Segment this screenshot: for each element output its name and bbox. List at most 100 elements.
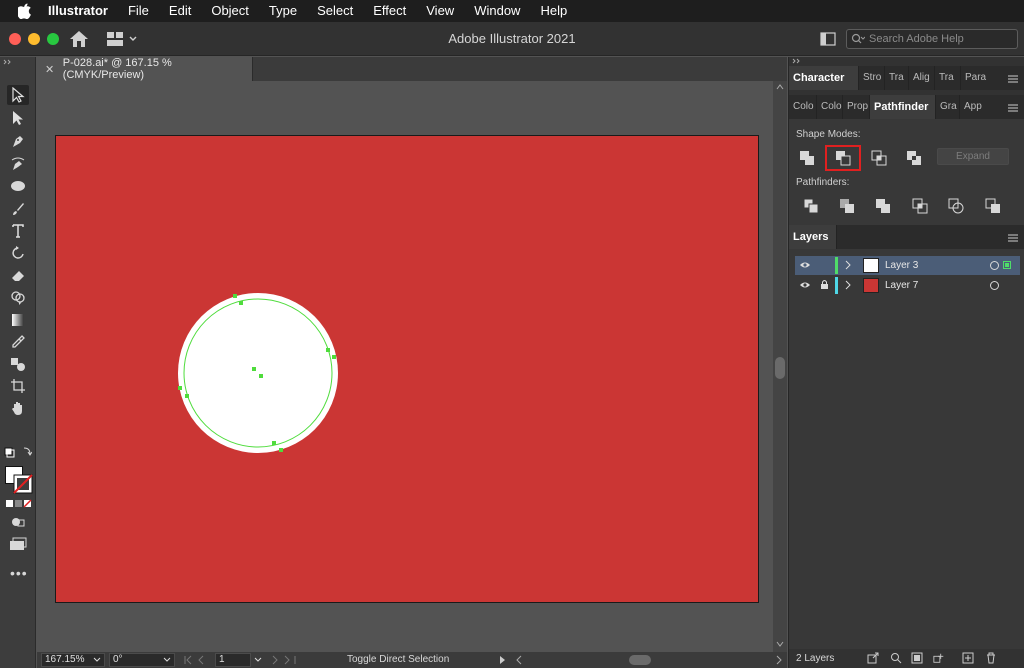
layers-panel-tabs: Layers [789,225,1024,249]
center-point[interactable] [252,367,256,371]
character-panel-tabs: Character Stro Tra Alig Tra Para [789,66,1024,90]
layer-color-bar [835,257,838,274]
tab-gradient[interactable]: Gra [936,95,960,119]
expand-button[interactable]: Expand [937,148,1009,165]
tab-pathfinder[interactable]: Pathfinder [870,95,936,119]
rotation-dropdown-icon[interactable] [163,657,171,663]
tab-color[interactable]: Colo [789,95,817,119]
layers-footer: 2 Layers [789,649,1024,668]
character-panel-menu-icon[interactable] [1007,74,1019,84]
layer-row-layer-3[interactable]: Layer 3 [795,256,1020,275]
locate-object-icon[interactable] [890,652,902,664]
export-icon[interactable] [867,652,879,664]
search-icon [851,33,865,44]
anchor-point[interactable] [185,394,189,398]
layer-target-icon[interactable] [990,281,999,290]
zoom-dropdown-icon[interactable] [93,657,101,663]
white-circle-shape[interactable] [178,293,338,453]
search-input[interactable] [846,29,1018,49]
next-last-artboard-icons[interactable] [269,655,299,665]
first-previous-artboard-icons[interactable] [183,655,213,665]
anchor-point[interactable] [178,386,182,390]
anchor-point[interactable] [326,348,330,352]
tab-align[interactable]: Alig [909,66,935,90]
status-menu-icon[interactable] [499,655,507,665]
pathfinder-panel: Shape Modes: Expand Pathfinders: [789,119,1024,225]
minus-front-icon [836,151,851,166]
layer-target-icon[interactable] [990,261,999,270]
layer-selection-indicator[interactable] [1003,261,1011,269]
layer-name[interactable]: Layer 3 [885,260,918,271]
anchor-point[interactable] [332,355,336,359]
center-point[interactable] [259,374,263,378]
minus-back-icon [985,198,1000,213]
layer-row-layer-7[interactable]: Layer 7 [795,276,1020,295]
horizontal-scroll-thumb[interactable] [629,655,651,665]
anchor-point[interactable] [279,448,283,452]
crop-icon [912,198,928,214]
minus-front-button[interactable] [825,145,861,171]
anchor-point[interactable] [233,294,237,298]
new-sublayer-icon[interactable] [933,652,945,664]
layer-name[interactable]: Layer 7 [885,280,918,291]
pathfinder-panel-tabs: Colo Colo Prop Pathfinder Gra App [789,95,1024,119]
layers-panel-menu-icon[interactable] [1007,233,1019,243]
outline-button[interactable] [945,195,967,217]
exclude-icon [907,151,921,165]
crop-button[interactable] [909,195,931,217]
tab-paragraph[interactable]: Para [961,66,991,90]
visibility-eye-icon[interactable] [799,280,811,290]
tab-appearance[interactable]: App [960,95,990,119]
unite-button[interactable] [796,147,818,169]
right-panel-dock: Character Stro Tra Alig Tra Para Colo Co… [788,57,1024,668]
anchor-point[interactable] [272,441,276,445]
scroll-down-icon[interactable] [776,641,784,647]
expand-layer-chevron-icon[interactable] [845,280,852,290]
new-layer-icon[interactable] [962,652,974,664]
trim-icon [840,199,854,213]
layer-thumbnail [863,258,879,273]
status-bar: 167.15% 0° 1 Toggle Direct Selection [37,652,787,668]
scroll-left-icon[interactable] [515,655,523,665]
anchor-point[interactable] [239,301,243,305]
tab-color-guide[interactable]: Colo [817,95,843,119]
artboard-dropdown-icon[interactable] [254,657,262,663]
artboard-number-field[interactable]: 1 [215,653,251,667]
minus-back-button[interactable] [982,195,1004,217]
intersect-icon [871,150,887,166]
tab-stroke[interactable]: Stro [859,66,885,90]
divide-icon [803,198,819,214]
expand-layer-chevron-icon[interactable] [845,260,852,270]
pathfinder-panel-menu-icon[interactable] [1007,103,1019,113]
divide-button[interactable] [800,195,822,217]
merge-button[interactable] [872,195,894,217]
tab-layers[interactable]: Layers [789,225,837,249]
status-hint: Toggle Direct Selection [347,654,450,665]
intersect-button[interactable] [868,147,890,169]
panel-toggle-icon[interactable] [820,32,836,46]
tab-properties[interactable]: Prop [843,95,870,119]
visibility-eye-icon[interactable] [799,260,811,270]
tab-character[interactable]: Character [789,66,859,90]
clipping-mask-icon[interactable] [911,652,923,664]
scroll-up-icon[interactable] [776,84,784,90]
lock-icon[interactable] [820,279,829,290]
layer-color-bar [835,277,838,294]
collapse-dock-icon[interactable] [792,58,802,64]
delete-layer-icon[interactable] [985,652,997,664]
layer-thumbnail [863,278,879,293]
unite-icon [800,151,814,165]
pathfinders-label: Pathfinders: [796,177,850,188]
artwork-layer [178,293,338,453]
vertical-scroll-thumb[interactable] [775,357,785,379]
layers-panel: Layer 3 Layer 7 [789,249,1024,649]
scroll-right-icon[interactable] [775,655,783,665]
vertical-scrollbar[interactable] [773,81,787,652]
tab-transform[interactable]: Tra [935,66,961,90]
outline-icon [948,198,964,214]
trim-button[interactable] [836,195,858,217]
tab-transparency[interactable]: Tra [885,66,909,90]
exclude-button[interactable] [903,147,925,169]
merge-icon [876,199,890,213]
layers-count: 2 Layers [796,653,835,664]
